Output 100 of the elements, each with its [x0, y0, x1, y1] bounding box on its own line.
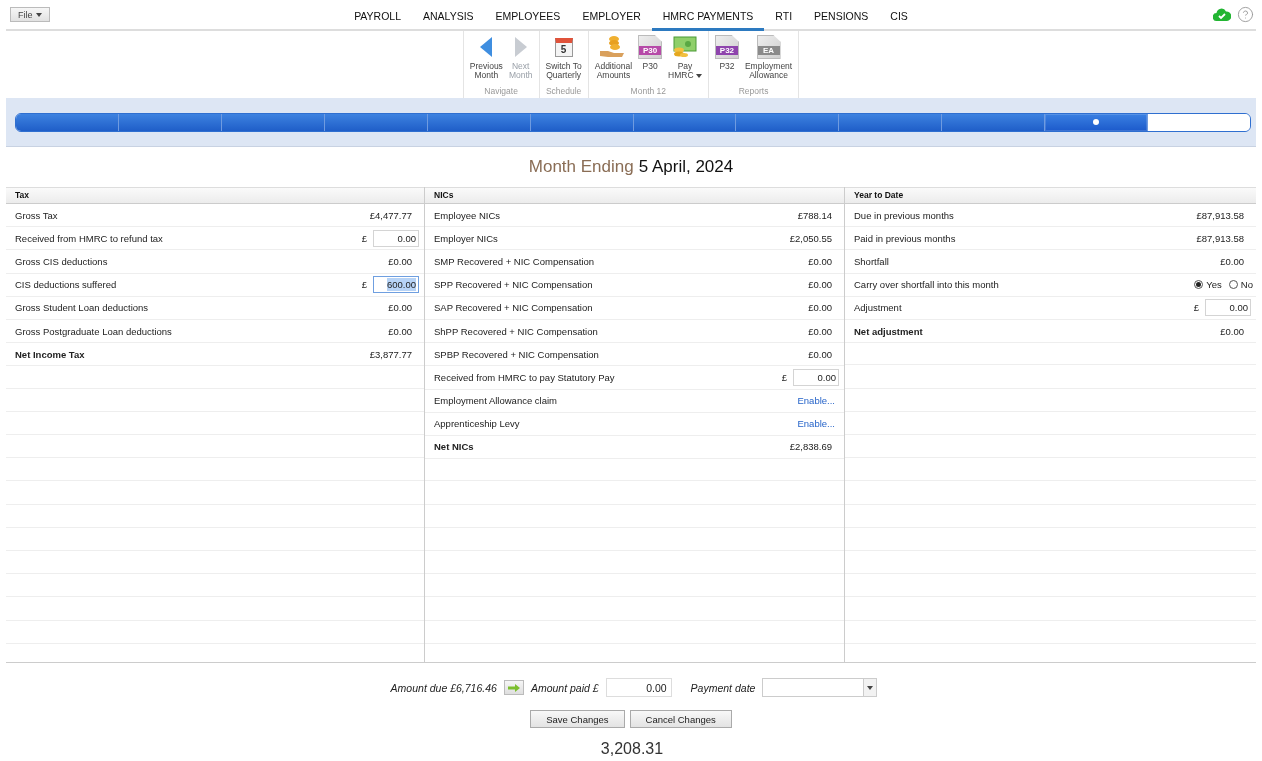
ribbon-button[interactable]: Pay HMRC [665, 35, 705, 86]
row-label: Paid in previous months [854, 232, 956, 244]
ribbon-button[interactable]: Additional Amounts [591, 35, 636, 86]
amount-value: £0.00 [808, 255, 832, 267]
amount-due-label: Amount due £6,716.46 [390, 681, 497, 694]
nav-tab[interactable]: EMPLOYER [571, 0, 652, 31]
coins-icon [600, 35, 627, 59]
help-icon[interactable] [1237, 6, 1254, 23]
action-button[interactable]: Cancel Changes [629, 710, 732, 728]
nav-tab[interactable]: PENSIONS [803, 0, 880, 31]
column-header: Tax [6, 187, 424, 204]
arrow-right-icon [507, 683, 520, 692]
total-amount: 3,208.31 [600, 740, 664, 758]
amount-paid-field[interactable]: 0.00 [605, 678, 672, 697]
row-label: ShPP Recovered + NIC Compensation [434, 325, 598, 337]
currency-symbol: £ [781, 371, 787, 383]
nav-tab[interactable]: HMRC PAYMENTS [651, 0, 765, 31]
row-label: Employment Allowance claim [434, 395, 558, 407]
amount-value: £0.00 [388, 302, 412, 314]
amount-value: £0.00 [388, 255, 412, 267]
row-label: Shortfall [854, 255, 889, 267]
amount-value: £2,838.69 [789, 441, 832, 453]
ribbon-button[interactable]: EA Employment Allowance [741, 35, 796, 86]
date-dropdown-button[interactable] [863, 679, 877, 696]
row-label: Apprenticeship Levy [434, 418, 520, 430]
currency-symbol: £ [361, 232, 367, 244]
ribbon-button[interactable]: Previous Month [466, 35, 506, 86]
copy-amount-button[interactable] [503, 680, 524, 695]
column-header: NICs [425, 187, 844, 204]
arrow-right-icon [514, 37, 527, 57]
ribbon-button[interactable]: P30 P30 [635, 35, 666, 86]
row-label: Received from HMRC to refund tax [15, 232, 163, 244]
nav-tab[interactable]: ANALYSIS [412, 0, 485, 31]
row-label: Gross Tax [15, 209, 58, 221]
ribbon-button[interactable]: 5 Switch To Quarterly [542, 35, 585, 86]
payment-date-field[interactable] [762, 678, 878, 697]
action-button[interactable]: Save Changes [530, 710, 625, 728]
enable-link[interactable]: Enable... [797, 418, 835, 430]
row-label: Gross Postgraduate Loan deductions [15, 325, 172, 337]
row-label: Gross Student Loan deductions [15, 302, 149, 314]
currency-symbol: £ [361, 279, 367, 291]
cloud-check-icon[interactable] [1213, 8, 1231, 21]
payment-date-label: Payment date [690, 681, 756, 694]
nav-tab[interactable]: EMPLOYEES [484, 0, 572, 31]
amount-value: £0.00 [388, 325, 412, 337]
amount-value: £3,877.77 [369, 348, 412, 360]
amount-value: £0.00 [808, 302, 832, 314]
document-icon: EA [756, 35, 781, 59]
nav-tab[interactable]: PAYROLL [343, 0, 412, 31]
row-label: Due in previous months [854, 209, 954, 221]
banknote-icon [673, 36, 697, 58]
amount-value: £0.00 [1220, 325, 1244, 337]
file-menu-button[interactable]: File [10, 7, 50, 22]
amount-field[interactable]: 0.00 [373, 229, 419, 247]
amount-field[interactable]: 0.00 [793, 368, 839, 386]
amount-value: £0.00 [808, 325, 832, 337]
amount-field[interactable]: 0.00 [1205, 299, 1251, 317]
document-icon: P32 [714, 35, 739, 59]
title-prefix: Month Ending [528, 157, 634, 177]
group-label: Navigate [484, 86, 518, 96]
row-label: Employer NICs [434, 232, 498, 244]
amount-value: £87,913.58 [1196, 232, 1244, 244]
amount-value: £0.00 [808, 348, 832, 360]
radio-option[interactable]: Yes [1194, 279, 1222, 291]
nav-tab[interactable]: RTI [764, 0, 804, 31]
document-icon: P30 [638, 35, 663, 59]
currency-symbol: £ [1193, 302, 1199, 314]
amount-value: £0.00 [1220, 255, 1244, 267]
group-label: Month 12 [630, 86, 667, 96]
group-label: Schedule [545, 86, 582, 96]
caret-icon [867, 685, 874, 690]
group-label: Reports [738, 86, 769, 96]
title-date: 5 April, 2024 [638, 157, 734, 177]
amount-value: £788.14 [797, 209, 832, 221]
amount-field[interactable]: 600.00 [373, 276, 419, 294]
row-label: SMP Recovered + NIC Compensation [434, 255, 595, 267]
row-label: SPP Recovered + NIC Compensation [434, 279, 593, 291]
amount-value: £4,477.77 [369, 209, 412, 221]
row-label: Adjustment [854, 302, 902, 314]
month-segment[interactable] [1044, 113, 1148, 131]
row-label: Net Income Tax [15, 348, 85, 360]
nav-tab[interactable]: CIS [879, 0, 919, 31]
row-label: Gross CIS deductions [15, 255, 108, 267]
row-label: Employee NICs [434, 209, 500, 221]
enable-link[interactable]: Enable... [797, 395, 835, 407]
ribbon-button[interactable]: P32 P32 [711, 35, 742, 86]
amount-value: £87,913.58 [1196, 209, 1244, 221]
row-label: Net adjustment [854, 325, 923, 337]
row-label: Received from HMRC to pay Statutory Pay [434, 371, 615, 383]
amount-value: £0.00 [808, 279, 832, 291]
column-header: Year to Date [845, 187, 1256, 204]
month-segment[interactable] [1147, 113, 1250, 131]
amount-paid-label: Amount paid £ [530, 681, 599, 694]
row-label: SPBP Recovered + NIC Compensation [434, 348, 599, 360]
row-label: Net NICs [434, 441, 474, 453]
radio-option[interactable]: No [1228, 279, 1253, 291]
amount-value: £2,050.55 [789, 232, 832, 244]
arrow-left-icon [480, 37, 493, 57]
row-label: Carry over shortfall into this month [854, 279, 999, 291]
row-label: CIS deductions suffered [15, 279, 117, 291]
